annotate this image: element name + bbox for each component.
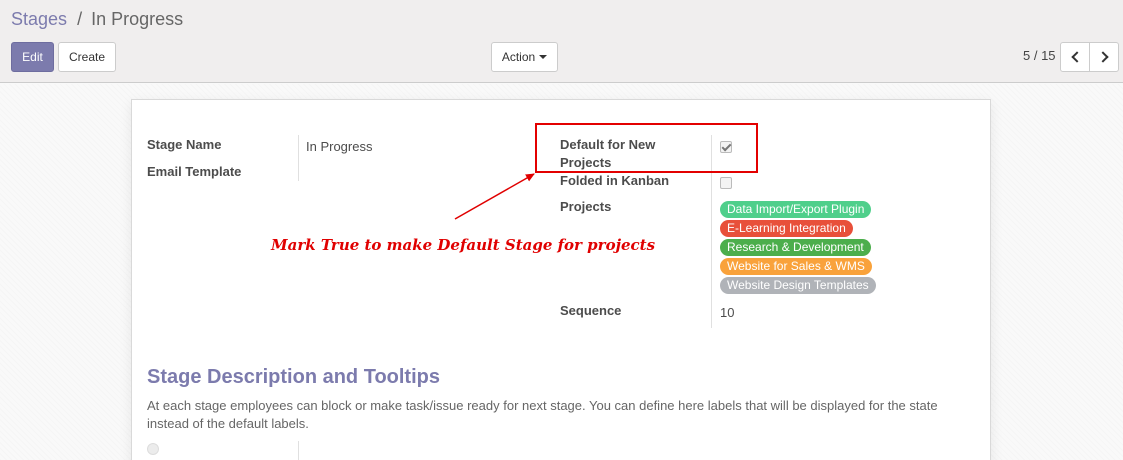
section-title: Stage Description and Tooltips	[147, 366, 440, 388]
breadcrumb: Stages / In Progress	[11, 8, 183, 30]
section-description: At each stage employees can block or mak…	[147, 398, 938, 431]
folded-in-kanban-label: Folded in Kanban	[560, 173, 670, 188]
radio-button[interactable]	[147, 443, 159, 455]
create-button[interactable]: Create	[58, 42, 116, 72]
chevron-left-icon	[1070, 51, 1083, 63]
annotation-text: Mark True to make Default Stage for proj…	[271, 236, 656, 254]
breadcrumb-separator: /	[77, 9, 83, 29]
stage-name-value[interactable]: In Progress	[306, 138, 372, 156]
action-label: Action	[501, 50, 536, 64]
pager-previous-button[interactable]	[1060, 42, 1090, 72]
chevron-right-icon	[1096, 51, 1109, 63]
sequence-value[interactable]: 10	[720, 304, 734, 322]
stage-name-label: Stage Name	[147, 137, 222, 152]
field-divider-bottom	[298, 441, 299, 460]
action-dropdown-button[interactable]: Action	[491, 42, 558, 72]
control-panel: Stages / In Progress Edit Create Action …	[0, 0, 1123, 83]
projects-label: Projects	[560, 199, 612, 214]
project-tag[interactable]: E-Learning Integration	[720, 220, 853, 237]
folded-in-kanban-checkbox[interactable]	[720, 177, 732, 189]
project-tag[interactable]: Website Design Templates	[720, 277, 876, 294]
breadcrumb-current: In Progress	[91, 9, 184, 29]
caret-down-icon	[539, 55, 548, 59]
project-tag[interactable]: Website for Sales & WMS	[720, 258, 872, 275]
project-tag[interactable]: Data Import/Export Plugin	[720, 201, 872, 218]
pager-next-button[interactable]	[1089, 42, 1119, 72]
pager-value[interactable]: 5 / 15	[1023, 48, 1056, 63]
field-divider	[298, 135, 299, 181]
edit-button[interactable]: Edit	[11, 42, 54, 72]
annotation-highlight-box	[535, 123, 758, 173]
email-template-label: Email Template	[147, 164, 242, 179]
breadcrumb-stages-link[interactable]: Stages	[11, 9, 67, 29]
sequence-label: Sequence	[560, 303, 622, 318]
project-tag[interactable]: Research & Development	[720, 239, 871, 256]
